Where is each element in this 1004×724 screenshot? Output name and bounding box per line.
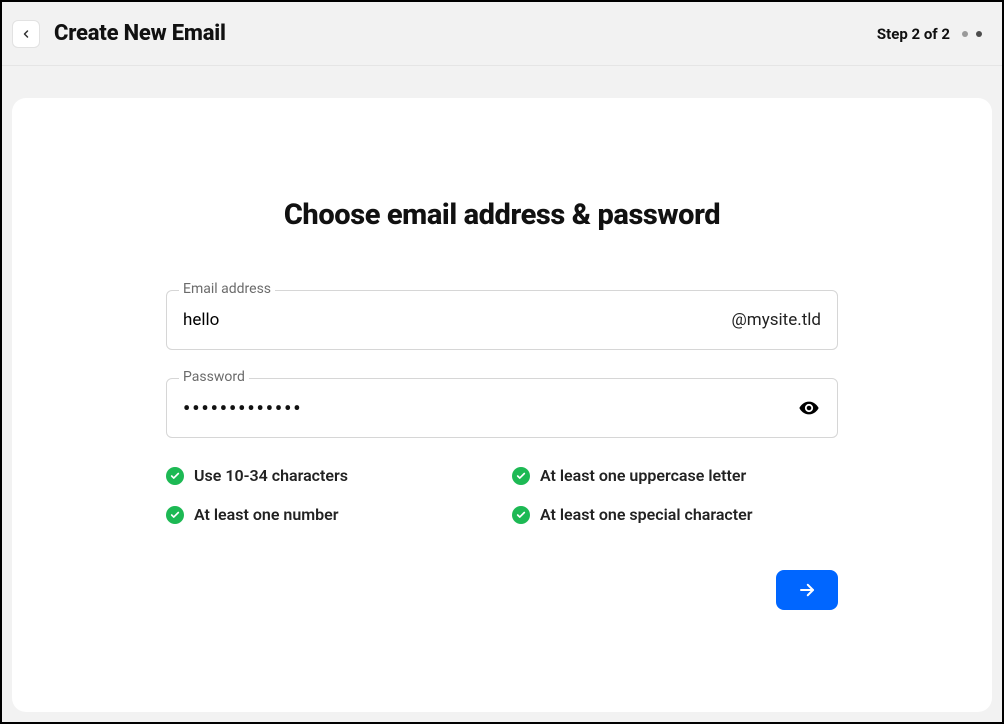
step-dots: [962, 31, 982, 37]
next-button[interactable]: [776, 570, 838, 610]
rule-item: Use 10-34 characters: [166, 466, 492, 485]
rule-text: At least one uppercase letter: [540, 466, 746, 485]
step-dot-2: [976, 31, 982, 37]
check-icon: [166, 467, 184, 485]
check-icon: [166, 506, 184, 524]
check-icon: [512, 506, 530, 524]
email-label: Email address: [179, 281, 275, 297]
rule-item: At least one uppercase letter: [512, 466, 838, 485]
rule-text: At least one number: [194, 505, 339, 524]
arrow-right-icon: [798, 581, 816, 599]
eye-icon: [798, 397, 820, 419]
password-field-wrapper: Password •••••••••••••: [166, 378, 838, 438]
step-dot-1: [962, 31, 968, 37]
header: Create New Email Step 2 of 2: [2, 2, 1002, 66]
card-title: Choose email address & password: [166, 198, 838, 232]
rule-item: At least one number: [166, 505, 492, 524]
email-field-wrapper: Email address @mysite.tld: [166, 290, 838, 350]
step-indicator-text: Step 2 of 2: [877, 25, 950, 43]
toggle-password-visibility[interactable]: [797, 396, 821, 420]
page-title: Create New Email: [54, 21, 226, 46]
email-domain-suffix: @mysite.tld: [732, 310, 821, 330]
password-input[interactable]: •••••••••••••: [183, 398, 797, 418]
rule-text: Use 10-34 characters: [194, 466, 348, 485]
back-button[interactable]: [12, 20, 40, 48]
password-label: Password: [179, 369, 249, 385]
chevron-left-icon: [20, 28, 32, 40]
password-rules: Use 10-34 characters At least one upperc…: [166, 466, 838, 524]
email-input[interactable]: [183, 310, 732, 330]
form-card: Choose email address & password Email ad…: [12, 98, 992, 712]
rule-item: At least one special character: [512, 505, 838, 524]
check-icon: [512, 467, 530, 485]
rule-text: At least one special character: [540, 505, 753, 524]
